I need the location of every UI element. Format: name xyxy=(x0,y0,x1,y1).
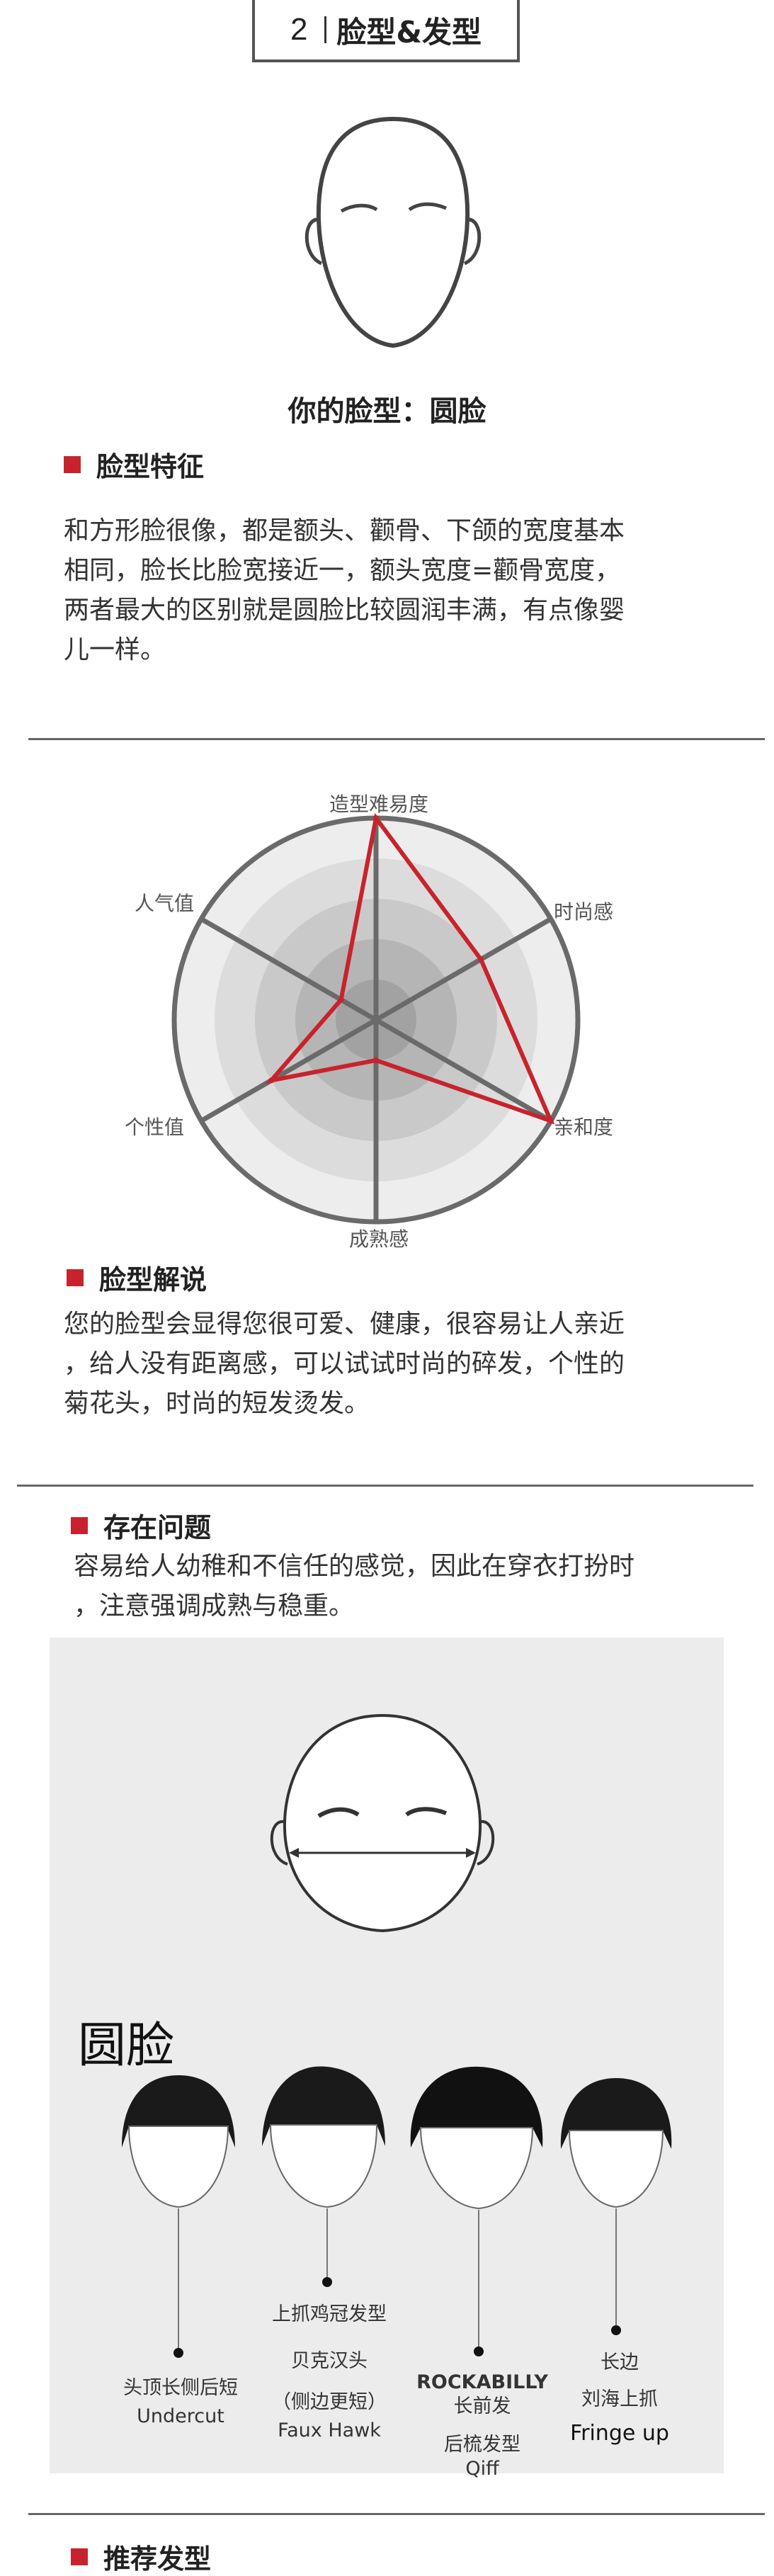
caption-line: 头顶长侧后短 xyxy=(123,2377,238,2399)
caption-line: （侧边更短） xyxy=(272,2391,387,2413)
axis-label-popularity: 人气值 xyxy=(135,892,195,915)
features-line: 和方形脸很像，都是额头、颧骨、下颌的宽度基本 xyxy=(64,516,625,545)
axis-label-maturity: 成熟感 xyxy=(348,1227,409,1251)
features-heading-text: 脸型特征 xyxy=(96,451,205,482)
analysis-heading: 脸型解说 xyxy=(67,1258,207,1297)
features-heading: 脸型特征 xyxy=(64,445,204,484)
caption-line: Faux Hawk xyxy=(278,2419,381,2441)
analysis-paragraph: 您的脸型会显得您很可爱、健康，很容易让人亲近 ，给人没有距离感，可以试试时尚的碎… xyxy=(64,1305,744,1424)
analysis-line: 菊花头，时尚的短发烫发。 xyxy=(64,1389,370,1418)
face-type-heading: 你的脸型：圆脸 xyxy=(288,395,486,428)
section-divider xyxy=(28,738,765,740)
hairstyle-head-fringe-up xyxy=(560,2078,672,2335)
hairstyle-head-quiff xyxy=(410,2066,543,2356)
red-square-icon xyxy=(64,455,81,473)
problems-heading-text: 存在问题 xyxy=(103,1512,212,1543)
axis-label-personality: 个性值 xyxy=(125,1116,185,1139)
radar-point xyxy=(547,1118,554,1124)
analysis-line: 您的脸型会显得您很可爱、健康，很容易让人亲近 xyxy=(64,1310,625,1339)
red-square-icon xyxy=(71,2548,88,2565)
features-line: 相同，脸长比脸宽接近一，额头宽度=颧骨宽度， xyxy=(64,556,621,585)
round-face-diagram xyxy=(270,1713,495,1933)
axis-label-affinity: 亲和度 xyxy=(554,1116,614,1139)
problems-line: ，注意强调成熟与稳重。 xyxy=(74,1591,355,1621)
hairstyle-caption-quiff: ROCKABILLY 长前发 后梳发型 Qiff xyxy=(408,2368,557,2483)
caption-line: 刘海上抓 xyxy=(581,2388,658,2410)
analysis-line: ，给人没有距离感，可以试试时尚的碎发，个性的 xyxy=(64,1349,625,1378)
section-divider xyxy=(28,2513,765,2515)
radar-chart: 造型难易度 时尚感 亲和度 成熟感 个性值 人气值 xyxy=(0,779,774,1261)
caption-line: Qiff xyxy=(465,2458,499,2480)
radar-point xyxy=(478,956,484,963)
caption-line: 长边 xyxy=(601,2351,639,2373)
title-divider xyxy=(324,16,327,43)
radar-point xyxy=(268,1077,274,1084)
problems-paragraph: 容易给人幼稚和不信任的感觉，因此在穿衣打扮时 ，注意强调成熟与稳重。 xyxy=(74,1547,753,1626)
radar-point xyxy=(338,997,344,1003)
hairstyle-caption-faux-hawk: 上抓鸡冠发型 贝克汉头 （侧边更短） Faux Hawk xyxy=(255,2300,404,2445)
problems-heading: 存在问题 xyxy=(71,1506,211,1545)
hairstyle-illustration-panel: 圆脸 头顶长侧后短 Undercut 上抓鸡冠发型 贝克汉头 （侧边更短） Fa… xyxy=(50,1638,724,2480)
axis-label-fashion: 时尚感 xyxy=(554,900,614,924)
hairstyle-caption-fringe-up: 长边 刘海上抓 Fringe up xyxy=(552,2349,687,2448)
caption-line: Fringe up xyxy=(570,2421,669,2446)
hairstyle-head-undercut xyxy=(122,2075,235,2358)
caption-line: 长前发 xyxy=(453,2395,511,2417)
features-line: 儿一样。 xyxy=(64,635,166,664)
red-square-icon xyxy=(71,1516,88,1534)
caption-line: 上抓鸡冠发型 xyxy=(272,2303,387,2325)
problems-line: 容易给人幼稚和不信任的感觉，因此在穿衣打扮时 xyxy=(74,1552,635,1581)
radar-point xyxy=(373,1057,379,1063)
recommend-heading: 推荐发型 xyxy=(71,2537,211,2576)
features-line: 两者最大的区别就是圆脸比较圆润丰满，有点像婴 xyxy=(64,596,625,625)
features-paragraph: 和方形脸很像，都是额头、颧骨、下颌的宽度基本 相同，脸长比脸宽接近一，额头宽度=… xyxy=(64,511,744,670)
section-title: 脸型&发型 xyxy=(336,14,482,50)
axis-label-difficulty: 造型难易度 xyxy=(329,793,428,816)
section-number: 2 xyxy=(290,12,308,47)
hairstyle-head-faux-hawk xyxy=(262,2066,385,2287)
analysis-heading-text: 脸型解说 xyxy=(99,1264,207,1295)
section-title-box: 2 脸型&发型 xyxy=(252,0,520,62)
section-divider xyxy=(17,1485,753,1487)
caption-line: 贝克汉头 xyxy=(291,2350,368,2372)
face-outline-illustration xyxy=(305,116,482,348)
caption-line: Undercut xyxy=(137,2405,224,2427)
radar-chart-svg xyxy=(171,812,581,1225)
recommend-heading-text: 推荐发型 xyxy=(103,2543,212,2575)
red-square-icon xyxy=(67,1269,84,1286)
hairstyle-caption-undercut: 头顶长侧后短 Undercut xyxy=(106,2374,255,2431)
